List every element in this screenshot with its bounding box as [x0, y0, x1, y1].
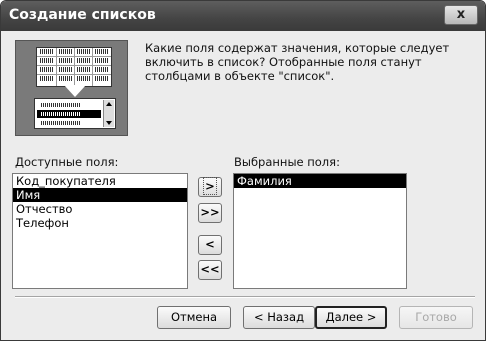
add-field-button[interactable]: >: [198, 177, 222, 197]
close-icon: x: [456, 7, 466, 22]
title-bar: Создание списков x: [1, 1, 485, 31]
arrow-down-icon: [64, 85, 86, 97]
add-all-fields-button[interactable]: >>: [198, 203, 222, 223]
available-fields-label: Доступные поля:: [15, 155, 119, 169]
list-picture: [34, 98, 116, 129]
list-item[interactable]: Код_покупателя: [13, 174, 187, 188]
selected-fields-label: Выбранные поля:: [234, 155, 340, 169]
cancel-button[interactable]: Отмена: [157, 306, 231, 329]
table-picture: [36, 47, 112, 87]
list-item[interactable]: Фамилия: [234, 174, 406, 188]
list-item[interactable]: Имя: [13, 188, 187, 202]
list-item[interactable]: Телефон: [13, 216, 187, 230]
footer-separator: [15, 296, 475, 298]
back-button[interactable]: < Назад: [243, 306, 315, 329]
close-button[interactable]: x: [444, 5, 478, 25]
finish-button[interactable]: Готово: [399, 306, 473, 329]
list-item[interactable]: Отчество: [13, 202, 187, 216]
selected-fields-list[interactable]: Фамилия: [233, 173, 407, 289]
wizard-illustration: [15, 40, 128, 136]
remove-field-button[interactable]: <: [198, 235, 222, 255]
window-title: Создание списков: [9, 7, 156, 23]
remove-all-fields-button[interactable]: <<: [198, 260, 222, 280]
wizard-description: Какие поля содержат значения, которые сл…: [145, 41, 450, 83]
available-fields-list[interactable]: Код_покупателя Имя Отчество Телефон: [12, 173, 188, 289]
wizard-window: Создание списков x Какие поля содержат з…: [0, 0, 486, 341]
next-button[interactable]: Далее >: [315, 306, 387, 329]
